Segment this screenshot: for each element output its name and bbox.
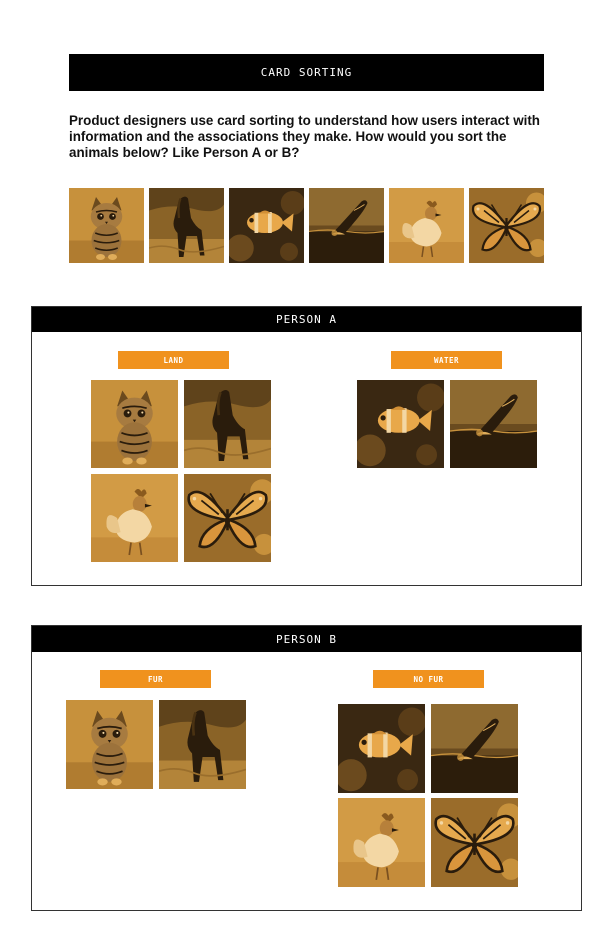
butterfly-icon	[431, 798, 518, 887]
card-kitten[interactable]	[91, 380, 178, 468]
group-label-no-fur: NO FUR	[373, 670, 484, 688]
whale-icon	[309, 188, 384, 263]
group-label-land: LAND	[118, 351, 229, 369]
rooster-icon	[338, 798, 425, 887]
card-butterfly[interactable]	[431, 798, 518, 887]
card-butterfly[interactable]	[184, 474, 271, 562]
page-title-bar: CARD SORTING	[69, 54, 544, 91]
intro-text: Product designers use card sorting to un…	[69, 113, 540, 160]
card-horse[interactable]	[184, 380, 271, 468]
card-horse[interactable]	[159, 700, 246, 789]
kitten-icon	[69, 188, 144, 263]
butterfly-icon	[469, 188, 544, 263]
card-horse[interactable]	[149, 188, 224, 263]
card-rooster[interactable]	[338, 798, 425, 887]
group-label-water: WATER	[391, 351, 502, 369]
card-butterfly[interactable]	[469, 188, 544, 263]
clownfish-icon	[229, 188, 304, 263]
rooster-icon	[91, 474, 178, 562]
card-clownfish[interactable]	[229, 188, 304, 263]
butterfly-icon	[184, 474, 271, 562]
card-kitten[interactable]	[69, 188, 144, 263]
clownfish-icon	[357, 380, 444, 468]
card-rooster[interactable]	[91, 474, 178, 562]
card-whale[interactable]	[309, 188, 384, 263]
rooster-icon	[389, 188, 464, 263]
whale-icon	[450, 380, 537, 468]
person-b-title: PERSON B	[276, 632, 337, 646]
horse-icon	[149, 188, 224, 263]
whale-icon	[431, 704, 518, 793]
card-whale[interactable]	[431, 704, 518, 793]
group-label-fur: FUR	[100, 670, 211, 688]
person-b-panel: PERSON B FUR NO FUR	[31, 625, 582, 911]
person-a-title: PERSON A	[276, 313, 337, 326]
person-a-panel: PERSON A LAND WATER	[31, 306, 582, 586]
card-rooster[interactable]	[389, 188, 464, 263]
clownfish-icon	[338, 704, 425, 793]
page-title: CARD SORTING	[260, 66, 353, 79]
kitten-icon	[66, 700, 153, 789]
horse-icon	[184, 380, 271, 468]
person-b-header: PERSON B	[32, 626, 581, 652]
card-clownfish[interactable]	[338, 704, 425, 793]
horse-icon	[159, 700, 246, 789]
card-kitten[interactable]	[66, 700, 153, 789]
card-whale[interactable]	[450, 380, 537, 468]
person-a-header: PERSON A	[32, 307, 581, 332]
kitten-icon	[91, 380, 178, 468]
card-clownfish[interactable]	[357, 380, 444, 468]
